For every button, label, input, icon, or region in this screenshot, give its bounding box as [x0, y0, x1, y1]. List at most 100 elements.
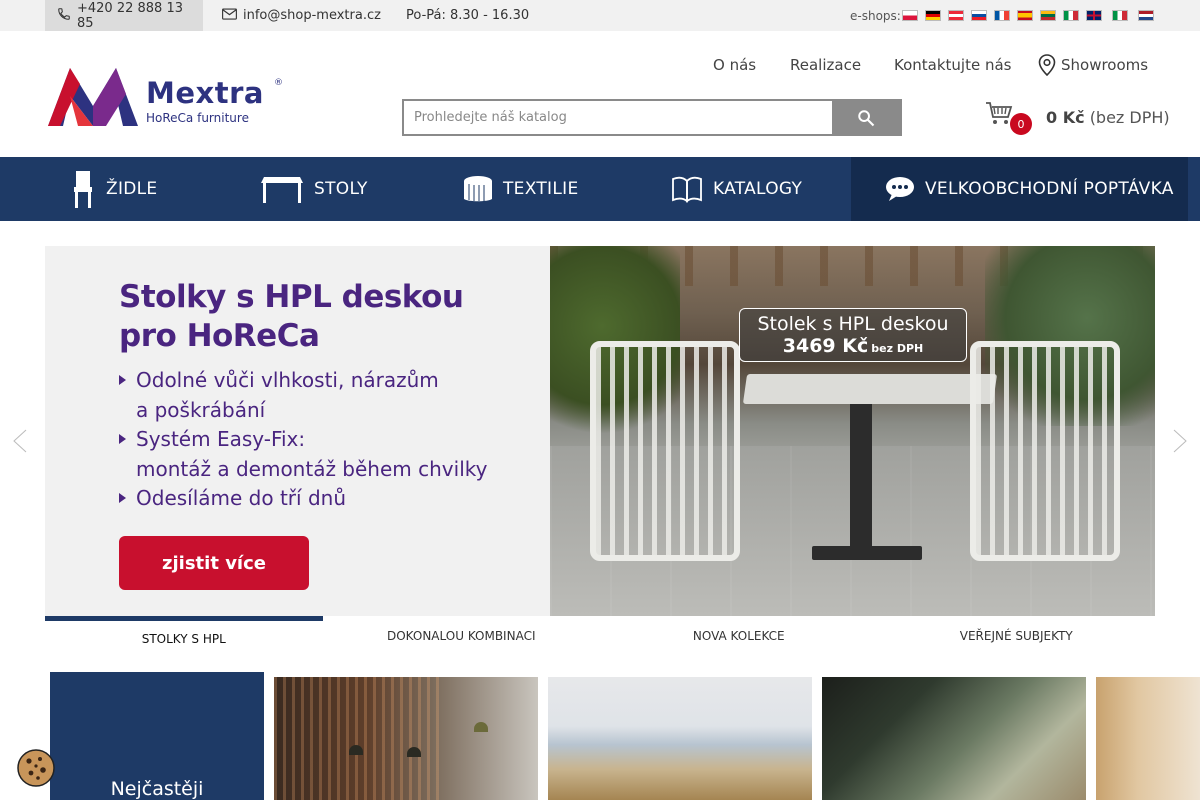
flag-de-icon[interactable] [924, 10, 941, 21]
flag-at-icon[interactable] [947, 10, 964, 21]
shopping-cart-icon [985, 100, 1013, 132]
nav-item-wholesale[interactable]: VELKOOBCHODNÍ POPTÁVKA [851, 157, 1188, 221]
search-button[interactable] [832, 99, 900, 136]
map-pin-icon [1038, 54, 1056, 76]
email-link[interactable]: info@shop-mextra.cz [222, 0, 381, 31]
bullet-arrow-icon [119, 493, 126, 503]
flag-it-icon[interactable] [1111, 10, 1128, 21]
tab-perfect-combination[interactable]: DOKONALOU KOMBINACI [323, 616, 601, 656]
cart-price: 0 Kč [1046, 108, 1085, 127]
wood-slats-decor [274, 677, 444, 800]
badge-price: 3469 Kč bez DPH [782, 335, 924, 357]
hero-bullets: Odolné vůči vlhkosti, nárazům a poškrábán… [119, 366, 487, 514]
hero-bullet: Odolné vůči vlhkosti, nárazům a poškrábán… [119, 366, 487, 425]
category-card-image[interactable] [1096, 677, 1200, 800]
nav-label-catalogs: KATALOGY [713, 179, 803, 199]
learn-more-button[interactable]: zjistit více [119, 536, 309, 590]
eshops-label: e-shops: [850, 8, 901, 23]
chevron-right-icon [1173, 429, 1188, 453]
category-card-image[interactable] [822, 677, 1086, 800]
category-card-image[interactable] [274, 677, 538, 800]
flag-fr-icon[interactable] [993, 10, 1010, 21]
flag-sk-icon[interactable] [970, 10, 987, 21]
opening-hours: Po-Pá: 8.30 - 16.30 [406, 8, 530, 23]
nav-label-tables: STOLY [314, 179, 368, 199]
cookie-icon [17, 749, 55, 787]
flag-pl-icon[interactable] [901, 10, 918, 21]
tab-public-sector[interactable]: VEŘEJNÉ SUBJEKTY [878, 616, 1156, 656]
chair-icon [70, 169, 96, 209]
table-icon [260, 173, 304, 205]
book-icon [671, 175, 703, 203]
table-top [742, 374, 998, 404]
nav-item-tables[interactable]: STOLY [260, 157, 368, 221]
nav-item-chairs[interactable]: ŽIDLE [70, 157, 157, 221]
tab-hpl-tables[interactable]: STOLKY S HPL [45, 616, 323, 656]
tab-new-collection[interactable]: NOVA KOLEKCE [600, 616, 878, 656]
showrooms-label: Showrooms [1061, 56, 1149, 74]
nav-label-textiles: TEXTILIE [503, 179, 579, 199]
pendant-lamp-decor [474, 722, 488, 732]
cart-count-badge: 0 [1010, 113, 1032, 135]
table-base [812, 546, 922, 560]
nav-label-chairs: ŽIDLE [106, 179, 158, 199]
pendant-lamp-decor [407, 747, 421, 757]
most-frequent-card[interactable]: Nejčastěji [50, 672, 264, 800]
flag-lt-icon[interactable] [1039, 10, 1056, 21]
flag-gb-icon[interactable] [1085, 10, 1102, 21]
hero-bullet: Odesíláme do tří dnů [119, 484, 487, 514]
email-address: info@shop-mextra.cz [243, 8, 381, 23]
about-link[interactable]: O nás [713, 52, 756, 78]
search-icon [857, 109, 875, 127]
realizations-link[interactable]: Realizace [790, 52, 861, 78]
search-input[interactable] [404, 101, 836, 134]
nav-item-catalogs[interactable]: KATALOGY [671, 157, 802, 221]
badge-title: Stolek s HPL deskou [757, 313, 949, 335]
eshops-flags: e-shops: [850, 0, 1154, 31]
slider-prev-button[interactable] [10, 428, 30, 454]
price-badge: Stolek s HPL deskou 3469 Kč bez DPH [739, 308, 967, 362]
cart-price-note: (bez DPH) [1089, 108, 1170, 127]
cart-total[interactable]: 0 Kč (bez DPH) [1046, 108, 1170, 127]
cookie-settings-button[interactable] [16, 748, 56, 788]
cart-button[interactable]: 0 [985, 100, 1035, 136]
chat-icon [885, 176, 915, 202]
flag-es-icon[interactable] [1016, 10, 1033, 21]
site-logo[interactable]: Mextra ® HoReCa furniture [48, 68, 288, 130]
phone-link[interactable]: +420 22 888 13 85 [45, 0, 203, 31]
wholesale-inner: VELKOOBCHODNÍ POPTÁVKA [885, 157, 1174, 221]
phone-number: +420 22 888 13 85 [77, 0, 183, 31]
chair-right [970, 341, 1120, 561]
bullet-arrow-icon [119, 375, 126, 385]
category-card-image[interactable] [548, 677, 812, 800]
bullet-arrow-icon [119, 434, 126, 444]
most-frequent-label: Nejčastěji [110, 778, 204, 800]
hero-headline-line1: Stolky s HPL deskou [119, 279, 464, 315]
flag-it-icon[interactable] [1062, 10, 1079, 21]
nav-edge [1188, 157, 1200, 221]
slider-tabs: STOLKY S HPL DOKONALOU KOMBINACI NOVA KO… [45, 616, 1155, 656]
mail-icon [222, 7, 237, 24]
top-bar: +420 22 888 13 85 info@shop-mextra.cz Po… [0, 0, 1200, 31]
hero-image[interactable]: Stolek s HPL deskou 3469 Kč bez DPH [550, 246, 1155, 616]
nav-item-textiles[interactable]: TEXTILIE [463, 157, 579, 221]
flag-nl-icon[interactable] [1137, 10, 1154, 21]
tablecloth-icon [463, 174, 493, 204]
search-bar [402, 99, 902, 136]
chair-left [590, 341, 740, 561]
chevron-left-icon [12, 429, 27, 453]
phone-icon [57, 7, 71, 25]
contact-link[interactable]: Kontaktujte nás [894, 52, 1011, 78]
logo-brand: Mextra [146, 76, 264, 110]
hero-bullet: Systém Easy-Fix: montáž a demontáž během … [119, 425, 487, 484]
logo-registered: ® [274, 78, 283, 88]
mextra-logo-mark-icon [48, 68, 138, 126]
logo-tagline: HoReCa furniture [146, 111, 249, 125]
hero-text-panel: Stolky s HPL deskou pro HoReCa Odolné vů… [45, 246, 550, 616]
hero-headline: Stolky s HPL deskou pro HoReCa [119, 278, 464, 356]
main-nav: ŽIDLE STOLY TEXTILIE KATALOGY VELKOOBCHO… [0, 157, 1200, 221]
slider-next-button[interactable] [1170, 428, 1190, 454]
nav-label-wholesale: VELKOOBCHODNÍ POPTÁVKA [925, 179, 1174, 199]
pendant-lamp-decor [349, 745, 363, 755]
showrooms-link[interactable]: Showrooms [1038, 52, 1148, 78]
